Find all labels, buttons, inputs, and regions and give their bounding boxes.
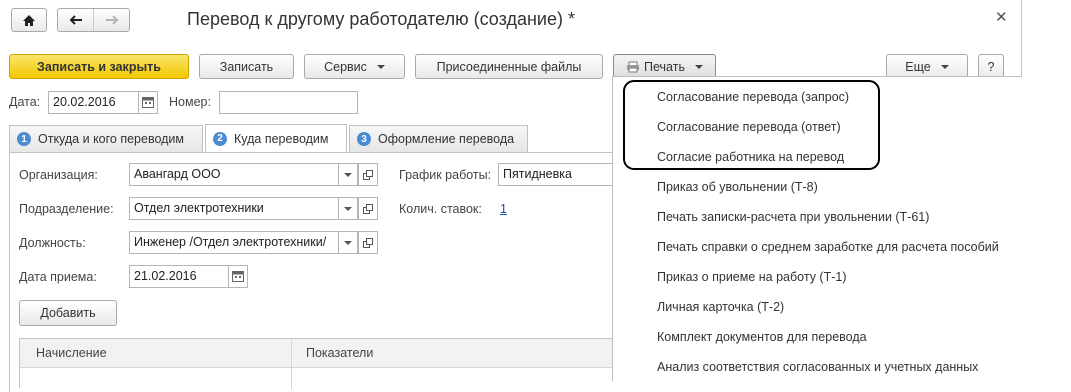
dropdown-arrow-icon (344, 206, 352, 211)
page-title: Перевод к другому работодателю (создание… (187, 9, 575, 29)
department-label: Подразделение: (19, 202, 114, 216)
schedule-label: График работы: (399, 168, 492, 182)
print-label: Печать (644, 59, 685, 74)
calendar-button[interactable] (228, 265, 248, 288)
date-label: Дата: (9, 95, 41, 109)
save-and-close-button[interactable]: Записать и закрыть (9, 54, 189, 79)
service-label: Сервис (324, 59, 367, 74)
organization-field[interactable]: Авангард ООО (129, 163, 339, 186)
arrow-right-icon (105, 15, 118, 25)
number-label: Номер: (169, 95, 211, 109)
position-label: Должность: (19, 236, 86, 250)
close-icon[interactable]: ✕ (995, 8, 1008, 26)
tab-from-whom[interactable]: 1 Откуда и кого переводим (9, 125, 203, 152)
menu-item-dismissal-order[interactable]: Приказ об увольнении (Т-8) (657, 180, 818, 194)
history-nav (57, 8, 130, 32)
dropdown-arrow-icon (344, 172, 352, 177)
save-button[interactable]: Записать (199, 54, 294, 79)
printer-icon (627, 61, 640, 72)
more-label: Еще (905, 59, 931, 74)
organization-open-button[interactable] (358, 163, 378, 186)
department-dropdown[interactable] (338, 197, 358, 220)
calendar-icon (142, 97, 154, 108)
number-field[interactable] (219, 91, 358, 114)
home-icon (23, 14, 35, 26)
schedule-field[interactable]: Пятидневка (498, 163, 613, 186)
organization-label: Организация: (19, 168, 98, 182)
department-field[interactable]: Отдел электротехники (129, 197, 339, 220)
open-icon (363, 203, 373, 214)
column-header-indicators[interactable]: Показатели (306, 346, 373, 360)
add-button[interactable]: Добавить (19, 300, 117, 326)
menu-item-transfer-approval-request[interactable]: Согласование перевода (запрос) (657, 90, 849, 104)
dropdown-arrow-icon (344, 240, 352, 245)
menu-item-compliance-analysis[interactable]: Анализ соответствия согласованных и учет… (657, 360, 978, 374)
menu-item-average-earnings-certificate[interactable]: Печать справки о среднем заработке для р… (657, 240, 999, 254)
forward-button[interactable] (94, 9, 129, 31)
tab-label: Оформление перевода (378, 132, 515, 146)
dropdown-arrow-icon (940, 64, 949, 69)
tab-label: Откуда и кого переводим (38, 132, 185, 146)
menu-item-transfer-approval-response[interactable]: Согласование перевода (ответ) (657, 120, 841, 134)
dropdown-arrow-icon (376, 64, 385, 69)
menu-item-hiring-order[interactable]: Приказ о приеме на работу (Т-1) (657, 270, 847, 284)
date-field[interactable]: 20.02.2016 (48, 91, 139, 114)
tab-label: Куда переводим (234, 131, 329, 146)
calendar-button[interactable] (138, 91, 158, 114)
rates-link[interactable]: 1 (500, 202, 507, 216)
menu-item-settlement-note[interactable]: Печать записки-расчета при увольнении (Т… (657, 210, 929, 224)
back-button[interactable] (58, 9, 94, 31)
tab-number-badge: 2 (213, 131, 227, 146)
service-button[interactable]: Сервис (304, 54, 405, 79)
rates-label: Колич. ставок: (399, 202, 482, 216)
attached-files-button[interactable]: Присоединенные файлы (415, 54, 603, 79)
dropdown-arrow-icon (694, 64, 703, 69)
organization-dropdown[interactable] (338, 163, 358, 186)
open-icon (363, 169, 373, 180)
tab-transfer-registration[interactable]: 3 Оформление перевода (349, 125, 528, 152)
hire-date-label: Дата приема: (19, 270, 97, 284)
home-button[interactable] (11, 8, 47, 32)
department-open-button[interactable] (358, 197, 378, 220)
open-icon (363, 237, 373, 248)
arrow-left-icon (69, 15, 82, 25)
tab-number-badge: 1 (17, 132, 31, 146)
menu-item-employee-consent[interactable]: Согласие работника на перевод (657, 150, 844, 164)
menu-item-personal-card[interactable]: Личная карточка (Т-2) (657, 300, 784, 314)
column-header-accrual[interactable]: Начисление (36, 346, 107, 360)
hire-date-field[interactable]: 21.02.2016 (129, 265, 229, 288)
position-open-button[interactable] (358, 231, 378, 254)
column-divider (291, 339, 292, 389)
position-dropdown[interactable] (338, 231, 358, 254)
tab-number-badge: 3 (357, 132, 371, 146)
window-border (1021, 0, 1022, 80)
calendar-icon (232, 271, 244, 282)
menu-item-document-set[interactable]: Комплект документов для перевода (657, 330, 867, 344)
tab-where-to[interactable]: 2 Куда переводим (205, 124, 347, 152)
position-field[interactable]: Инженер /Отдел электротехники/ (129, 231, 339, 254)
